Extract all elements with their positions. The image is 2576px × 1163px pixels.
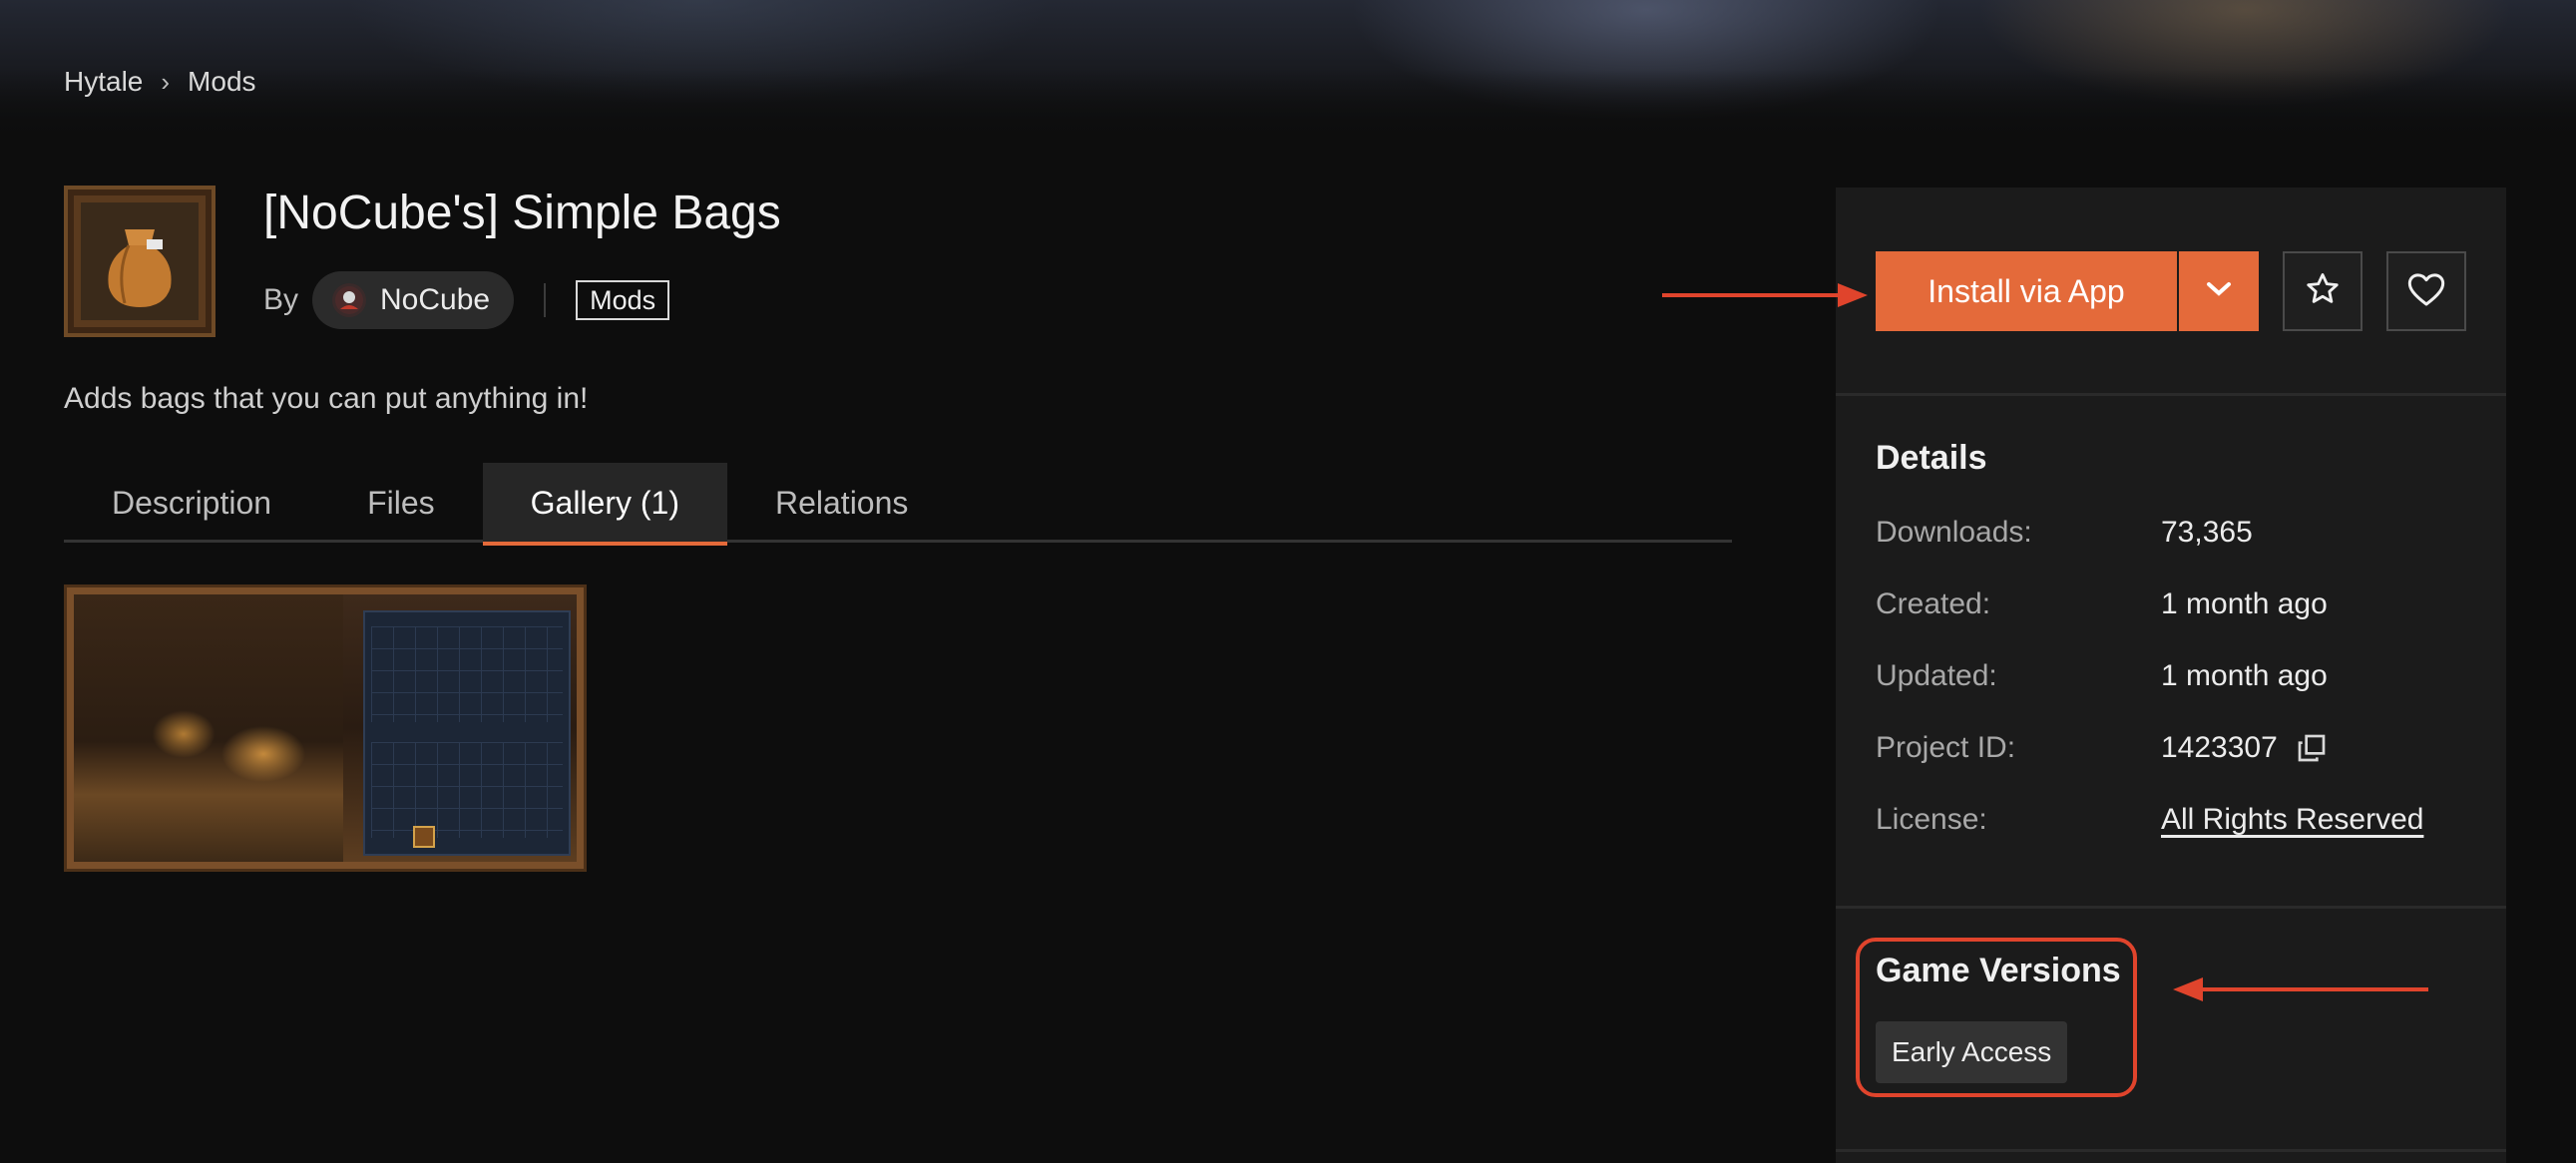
breadcrumb-hytale[interactable]: Hytale xyxy=(64,66,143,98)
details-row-updated: Updated: 1 month ago xyxy=(1876,656,2328,696)
install-dropdown-button[interactable] xyxy=(2179,251,2259,331)
details-row-created: Created: 1 month ago xyxy=(1876,584,2328,624)
project-summary: Adds bags that you can put anything in! xyxy=(64,382,589,415)
details-row-project-id: Project ID: 1423307 xyxy=(1876,728,2328,768)
annotation-highlight-box xyxy=(1856,938,2137,1097)
project-title: [NoCube's] Simple Bags xyxy=(263,187,781,239)
details-value: 73,365 xyxy=(2161,516,2253,549)
details-label: License: xyxy=(1876,803,1987,836)
favorite-button[interactable] xyxy=(2386,251,2466,331)
license-link[interactable]: All Rights Reserved xyxy=(2161,803,2423,837)
project-thumbnail xyxy=(64,186,215,337)
tab-gallery[interactable]: Gallery (1) xyxy=(482,463,728,546)
sidebar-divider xyxy=(1836,1149,2506,1152)
annotation-arrow-left xyxy=(2173,977,2428,1001)
star-icon xyxy=(2304,270,2342,313)
gallery-hotbar-slot xyxy=(413,826,435,848)
details-label: Updated: xyxy=(1876,659,1997,692)
gallery-image[interactable] xyxy=(64,584,587,872)
hero-banner xyxy=(0,0,2576,140)
tab-description[interactable]: Description xyxy=(64,463,319,543)
details-row-license: License: All Rights Reserved xyxy=(1876,800,2423,840)
sidebar-divider xyxy=(1836,906,2506,909)
chevron-down-icon xyxy=(2205,280,2233,303)
byline: By NoCube Mods xyxy=(263,271,670,329)
details-label: Created: xyxy=(1876,587,1991,620)
details-title: Details xyxy=(1876,439,1987,477)
author-avatar xyxy=(332,283,367,317)
breadcrumb: Hytale › Mods xyxy=(64,64,256,100)
tab-bar: Description Files Gallery (1) Relations xyxy=(64,463,1732,546)
category-tag[interactable]: Mods xyxy=(576,280,670,320)
gallery-inventory-grid xyxy=(371,626,563,722)
tab-relations[interactable]: Relations xyxy=(727,463,956,543)
sidebar-divider xyxy=(1836,393,2506,396)
project-page: Hytale › Mods [NoCube's] Simple Bags By xyxy=(0,0,2576,1163)
details-value: 1 month ago xyxy=(2161,587,2328,620)
gallery-screenshot xyxy=(74,594,577,862)
heart-icon xyxy=(2406,270,2446,313)
follow-button[interactable] xyxy=(2283,251,2362,331)
breadcrumb-mods[interactable]: Mods xyxy=(188,66,255,98)
project-id-value: 1423307 xyxy=(2161,731,2278,764)
details-label: Project ID: xyxy=(1876,731,2016,764)
gallery-inventory-panel xyxy=(363,610,571,856)
details-value: 1 month ago xyxy=(2161,659,2328,692)
author-name: NoCube xyxy=(380,283,491,316)
tab-files[interactable]: Files xyxy=(319,463,483,543)
gallery-bag-grid xyxy=(371,742,563,838)
by-label: By xyxy=(263,283,299,316)
author-chip[interactable]: NoCube xyxy=(312,271,515,329)
annotation-arrow-right xyxy=(1662,283,1868,307)
bag-icon xyxy=(81,202,199,320)
install-via-app-button[interactable]: Install via App xyxy=(1876,251,2177,331)
details-row-downloads: Downloads: 73,365 xyxy=(1876,513,2253,553)
gallery-scene xyxy=(74,594,343,862)
install-actions: Install via App xyxy=(1876,251,2466,331)
copy-icon[interactable] xyxy=(2296,732,2328,764)
details-value-wrap: 1423307 xyxy=(2161,731,2328,765)
byline-divider xyxy=(544,283,547,317)
breadcrumb-separator-icon: › xyxy=(161,66,171,97)
details-label: Downloads: xyxy=(1876,516,2032,549)
